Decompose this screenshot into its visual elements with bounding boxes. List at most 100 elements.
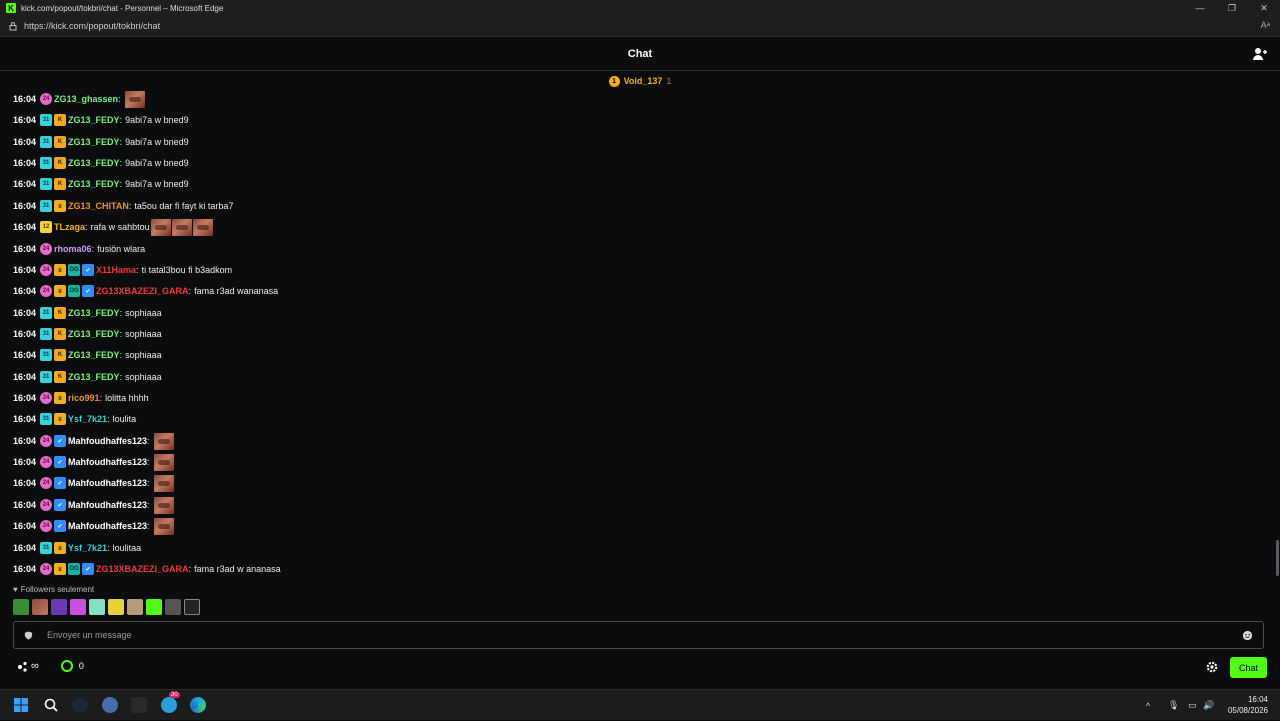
chat-message[interactable]: 16:04 31 K ZG13_FEDY:9abi7a w bned9 xyxy=(13,174,189,194)
subscriber-badge-icon[interactable]: 31 xyxy=(40,157,53,169)
message-username[interactable]: Ysf_7k21 xyxy=(68,543,107,553)
message-username[interactable]: ZG13_FEDY xyxy=(68,179,120,189)
chat-messages[interactable]: 16:04 24 ZG13_ghassen:16:04 31 K ZG13_FEDY:9a… xyxy=(0,89,1272,579)
emote-ghost-icon[interactable] xyxy=(89,599,105,615)
chat-message[interactable]: 16:04 24 ♛ OG ✔ ZG13XBAZEZI_GARA: fama r3ad w … xyxy=(13,559,281,579)
subscriber-badge-icon[interactable]: 24 xyxy=(40,435,53,447)
emote-icon[interactable] xyxy=(150,218,171,236)
chat-message[interactable]: 16:04 24 ✔ Mahfoudhaffes123: xyxy=(13,473,174,493)
subscriber-badge-icon[interactable]: 31 xyxy=(40,178,53,190)
message-username[interactable]: Mahfoudhaffes123 xyxy=(68,521,147,531)
url-text[interactable]: https://kick.com/popout/tokbri/chat xyxy=(24,21,160,31)
og-badge-icon[interactable]: OG xyxy=(68,563,81,575)
message-username[interactable]: ZG13XBAZEZI_GARA xyxy=(96,286,189,296)
emote-purple-icon[interactable] xyxy=(70,599,86,615)
subscriber-badge-icon[interactable]: 31 xyxy=(40,349,53,361)
message-username[interactable]: ZG13_FEDY xyxy=(68,350,120,360)
message-input-box[interactable] xyxy=(13,621,1264,649)
verified-badge-icon[interactable]: ✔ xyxy=(54,456,67,468)
verified-badge-icon[interactable]: ✔ xyxy=(54,520,67,532)
message-username[interactable]: X11Hama xyxy=(96,265,136,275)
subscriber-badge-icon[interactable]: 24 xyxy=(40,477,53,489)
chat-message[interactable]: 16:04 12 TLzaga: rafa w sahbtou xyxy=(13,217,213,237)
emote-gray-icon[interactable] xyxy=(165,599,181,615)
emote-pepe-icon[interactable] xyxy=(13,599,29,615)
chat-message[interactable]: 16:04 31 ♛ Ysf_7k21: loulita xyxy=(13,409,136,429)
subscriber-badge-icon[interactable]: 24 xyxy=(40,499,53,511)
minimize-button[interactable]: — xyxy=(1184,0,1216,16)
emote-icon[interactable] xyxy=(124,90,145,108)
emote-cat-icon[interactable] xyxy=(127,599,143,615)
chat-message[interactable]: 16:04 31 K ZG13_FEDY:9abi7a w bned9 xyxy=(13,132,189,152)
network-icon[interactable]: ▭ xyxy=(1188,690,1197,721)
restore-button[interactable]: ❐ xyxy=(1216,0,1248,16)
crown-badge-icon[interactable]: ♛ xyxy=(54,563,67,575)
message-username[interactable]: Mahfoudhaffes123 xyxy=(68,478,147,488)
subscriber-badge-icon[interactable]: 24 xyxy=(40,93,53,105)
message-username[interactable]: TLzaga xyxy=(54,222,85,232)
emote-sound-icon[interactable] xyxy=(184,599,200,615)
verified-badge-icon[interactable]: ✔ xyxy=(54,477,67,489)
kick-badge-icon[interactable]: K xyxy=(54,136,67,148)
subscriber-badge-icon[interactable]: 31 xyxy=(40,328,53,340)
system-clock[interactable]: 16:04 05/08/2026 xyxy=(1228,694,1268,716)
message-username[interactable]: ZG13_FEDY xyxy=(68,372,120,382)
subscriber-badge-icon[interactable]: 24 xyxy=(40,563,53,575)
subscriber-badge-icon[interactable]: 31 xyxy=(40,542,53,554)
edge-icon[interactable] xyxy=(190,697,206,713)
chat-message[interactable]: 16:04 31 K ZG13_FEDY:9abi7a w bned9 xyxy=(13,110,189,130)
subscriber-badge-icon[interactable]: 31 xyxy=(40,114,53,126)
chat-message[interactable]: 16:04 31 K ZG13_FEDY: sophiaaa xyxy=(13,303,162,323)
chat-message[interactable]: 16:04 31 K ZG13_FEDY: sophiaaa xyxy=(13,367,162,387)
kick-badge-icon[interactable]: K xyxy=(54,307,67,319)
crown-badge-icon[interactable]: ♛ xyxy=(54,264,67,276)
microphone-icon[interactable]: 🎙 xyxy=(1168,690,1179,721)
verified-badge-icon[interactable]: ✔ xyxy=(82,285,95,297)
chat-message[interactable]: 16:04 24 ZG13_ghassen: xyxy=(13,89,145,109)
message-username[interactable]: ZG13_FEDY xyxy=(68,308,120,318)
settings-app-icon[interactable] xyxy=(102,697,118,713)
telegram-icon[interactable]: 30 xyxy=(161,692,180,713)
chat-message[interactable]: 16:04 31 K ZG13_FEDY:9abi7a w bned9 xyxy=(13,153,189,173)
chat-message[interactable]: 16:04 31 ♛ ZG13_CHITAN: ta5ou dar fi fayt ki… xyxy=(13,196,233,216)
chat-message[interactable]: 16:04 24 ♛ OG ✔ ZG13XBAZEZI_GARA: fama r3ad wa… xyxy=(13,281,278,301)
verified-badge-icon[interactable]: ✔ xyxy=(54,435,67,447)
message-input[interactable] xyxy=(45,629,1242,641)
subscriber-badge-icon[interactable]: 31 xyxy=(40,136,53,148)
subscriber-badge-icon[interactable]: 31 xyxy=(40,371,53,383)
tray-chevron-icon[interactable]: ^ xyxy=(1146,690,1150,721)
verified-badge-icon[interactable]: ✔ xyxy=(54,499,67,511)
users-icon[interactable] xyxy=(1252,46,1268,62)
steam-icon[interactable] xyxy=(72,697,88,713)
kick-badge-icon[interactable]: K xyxy=(54,371,67,383)
top-gifter-banner[interactable]: 1 Void_137 1 xyxy=(0,72,1280,90)
emote-k-icon[interactable] xyxy=(51,599,67,615)
message-username[interactable]: ZG13_ghassen xyxy=(54,94,118,104)
subscriber-badge-icon[interactable]: 24 xyxy=(40,285,53,297)
kick-badge-icon[interactable]: K xyxy=(54,178,67,190)
channel-points-icon[interactable] xyxy=(60,660,73,672)
message-username[interactable]: ZG13_FEDY xyxy=(68,115,120,125)
crown-badge-icon[interactable]: ♛ xyxy=(54,200,67,212)
emote-green-icon[interactable] xyxy=(146,599,162,615)
emote-icon[interactable] xyxy=(153,496,174,514)
subscriber-badge-icon[interactable]: 12 xyxy=(40,221,53,233)
chat-message[interactable]: 16:04 24 rhoma06: fusiön wlara xyxy=(13,239,145,259)
chat-message[interactable]: 16:04 24 ♛ rico991: lolitta hhhh xyxy=(13,388,149,408)
og-badge-icon[interactable]: OG xyxy=(68,285,81,297)
subscriber-badge-icon[interactable]: 31 xyxy=(40,413,53,425)
subscriber-badge-icon[interactable]: 24 xyxy=(40,456,53,468)
emote-icon[interactable] xyxy=(153,517,174,535)
emote-face-icon[interactable] xyxy=(32,599,48,615)
message-username[interactable]: ZG13_FEDY xyxy=(68,158,120,168)
chat-message[interactable]: 16:04 24 ✔ Mahfoudhaffes123: xyxy=(13,452,174,472)
message-username[interactable]: ZG13_CHITAN xyxy=(68,201,129,211)
message-username[interactable]: rico991 xyxy=(68,393,100,403)
verified-badge-icon[interactable]: ✔ xyxy=(82,563,95,575)
pinned-username[interactable]: Void_137 xyxy=(624,76,663,86)
kick-badge-icon[interactable]: K xyxy=(54,349,67,361)
subscriber-badge-icon[interactable]: 31 xyxy=(40,200,53,212)
emote-icon[interactable] xyxy=(153,453,174,471)
emoji-picker-icon[interactable] xyxy=(1242,630,1253,641)
chat-message[interactable]: 16:04 24 ✔ Mahfoudhaffes123: xyxy=(13,495,174,515)
